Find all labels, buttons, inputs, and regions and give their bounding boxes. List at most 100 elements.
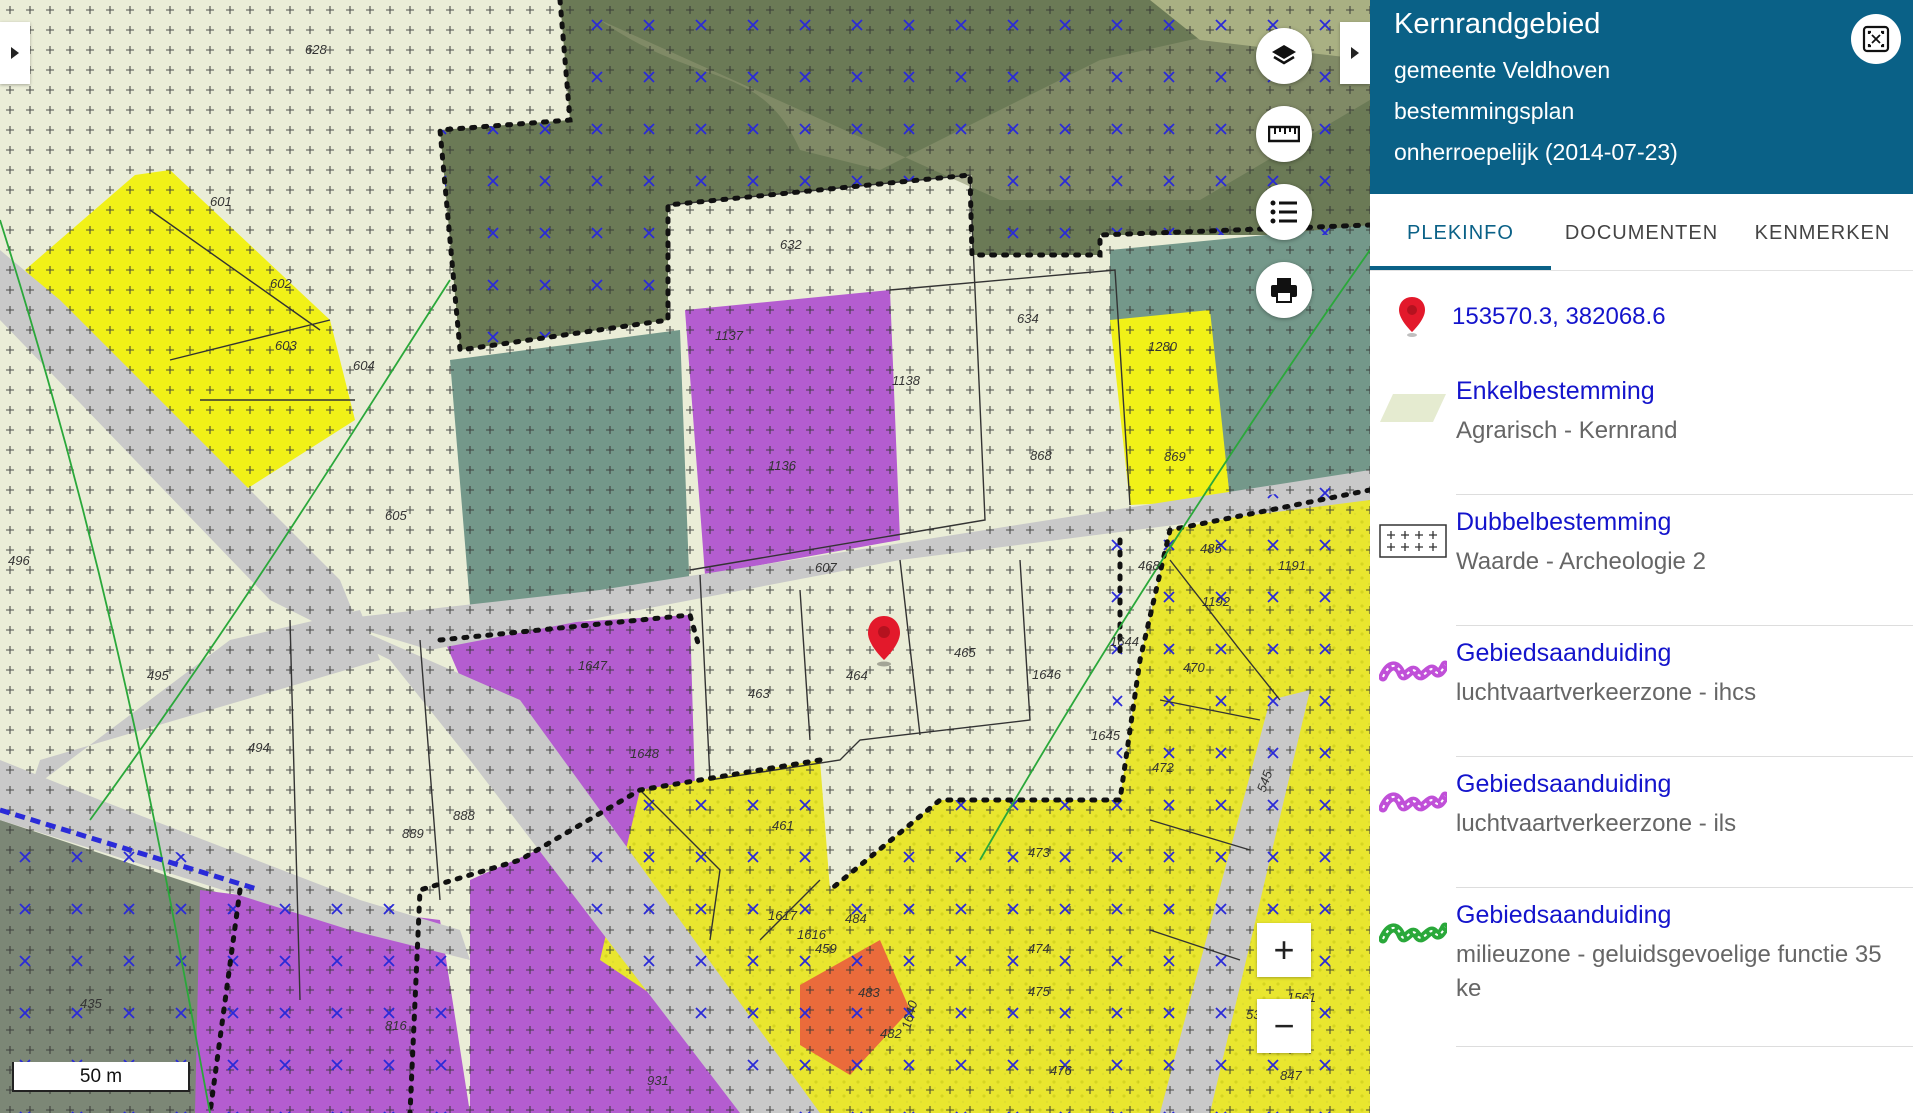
item-subtitle: luchtvaartverkeerzone - ils: [1456, 810, 1737, 837]
parcel-number-label: 868: [1030, 448, 1052, 463]
parcel-number-label: 1192: [1202, 594, 1231, 609]
zoom-in-button[interactable]: +: [1257, 923, 1311, 977]
panel-header: Kernrandgebied gemeente Veldhoven bestem…: [1370, 0, 1913, 194]
parcel-number-label: 602: [270, 276, 292, 291]
parcel-number-label: 495: [147, 668, 169, 683]
parcel-number-label: 470: [1183, 660, 1205, 675]
parcel-number-label: 468: [1138, 558, 1160, 573]
right-panel-toggle[interactable]: [1340, 22, 1370, 84]
item-title[interactable]: Enkelbestemming: [1456, 377, 1913, 406]
tab-documenten[interactable]: DOCUMENTEN: [1551, 194, 1732, 270]
parcel-number-label: 475: [1028, 984, 1050, 999]
parcel-number-label: 931: [647, 1073, 669, 1088]
parcel-number-label: 634: [1017, 311, 1039, 326]
map-view[interactable]: 628 601 602 603 604 605 496 495 494 889 888 435 816 9…: [0, 0, 1370, 1113]
info-panel: Kernrandgebied gemeente Veldhoven bestem…: [1370, 0, 1913, 1113]
parcel-number-label: 474: [1028, 941, 1050, 956]
parcel-number-label: 888: [453, 808, 475, 823]
parcel-number-label: 476: [1050, 1063, 1072, 1078]
tab-bar: PLEKINFO DOCUMENTEN KENMERKEN: [1370, 194, 1913, 271]
parcel-number-label: 604: [353, 358, 375, 373]
parcel-number-label: 496: [8, 553, 30, 568]
list-item[interactable]: Gebiedsaanduiding luchtvaartverkeerzone …: [1370, 625, 1913, 757]
left-panel-toggle[interactable]: [0, 22, 30, 84]
parcel-number-label: 1136: [768, 458, 797, 473]
parcel-number-label: 1646: [1032, 667, 1062, 682]
parcel-number-label: 465: [954, 645, 976, 660]
item-title[interactable]: Gebiedsaanduiding: [1456, 639, 1913, 668]
chevron-right-icon: [1351, 47, 1359, 59]
tab-plekinfo[interactable]: PLEKINFO: [1370, 194, 1551, 270]
plan-status: onherroepelijk (2014-07-23): [1394, 139, 1678, 165]
item-title[interactable]: Gebiedsaanduiding: [1456, 770, 1913, 799]
zone-green-icon: [1379, 922, 1447, 944]
list-item[interactable]: Gebiedsaanduiding luchtvaartverkeerzone …: [1370, 756, 1913, 888]
parcel-number-label: 484: [845, 911, 867, 926]
fullscreen-icon: [1862, 25, 1890, 53]
parcel-number-label: 435: [80, 996, 102, 1011]
list-item[interactable]: Gebiedsaanduiding milieuzone - geluidsge…: [1370, 887, 1913, 1047]
layers-icon: [1272, 45, 1296, 65]
chevron-right-icon: [11, 47, 19, 59]
agrarisch-icon: [1380, 394, 1446, 422]
parcel-number-label: 1138: [892, 373, 921, 388]
parcel-number-label: 607: [815, 560, 837, 575]
map-canvas[interactable]: 628 601 602 603 604 605 496 495 494 889 888 435 816 9…: [0, 0, 1370, 1113]
parcel-number-label: 628: [305, 42, 327, 57]
parcel-number-label: 485: [1200, 541, 1222, 556]
printer-icon: [1271, 278, 1297, 303]
parcel-number-label: 1616: [797, 927, 827, 942]
legend-button[interactable]: [1256, 184, 1312, 240]
item-title[interactable]: Gebiedsaanduiding: [1456, 901, 1913, 930]
parcel-number-label: 847: [1280, 1068, 1302, 1083]
parcel-number-label: 1191: [1278, 558, 1306, 573]
parcel-number-label: 816: [385, 1018, 407, 1033]
parcel-number-label: 1648: [630, 746, 660, 761]
item-subtitle: Agrarisch - Kernrand: [1456, 417, 1678, 444]
parcel-number-label: 1645: [1091, 728, 1121, 743]
municipality: gemeente Veldhoven: [1394, 57, 1611, 83]
parcel-number-label: 461: [772, 818, 794, 833]
parcel-number-label: 459: [815, 941, 837, 956]
parcel-number-label: 472: [1152, 760, 1174, 775]
parcel-number-label: 1617: [768, 908, 798, 923]
zone-purple-icon: [1379, 791, 1447, 813]
parcel-number-label: 463: [748, 686, 770, 701]
parcel-number-label: 494: [248, 740, 270, 755]
tab-kenmerken[interactable]: KENMERKEN: [1732, 194, 1913, 270]
plan-type: bestemmingsplan: [1394, 98, 1575, 124]
item-title[interactable]: Dubbelbestemming: [1456, 508, 1913, 537]
print-button[interactable]: [1256, 262, 1312, 318]
location-pin-icon: [1399, 297, 1425, 337]
parcel-number-label: 483: [858, 985, 880, 1000]
parcel-number-label: 601: [210, 194, 232, 209]
parcel-number-label: 473: [1028, 845, 1050, 860]
parcel-number-label: 869: [1164, 449, 1186, 464]
parcel-number-label: 889: [402, 826, 424, 841]
layers-button[interactable]: [1256, 28, 1312, 84]
parcel-number-label: 464: [846, 668, 868, 683]
item-subtitle: luchtvaartverkeerzone - ihcs: [1456, 679, 1757, 706]
parcel-number-label: 1644: [1110, 634, 1139, 649]
zone-purple-icon: [1379, 660, 1447, 682]
parcel-number-label: 482: [880, 1026, 902, 1041]
fullscreen-button[interactable]: [1851, 14, 1901, 64]
ruler-icon: [1268, 125, 1300, 143]
scale-bar: 50 m: [12, 1062, 190, 1092]
panel-title: Kernrandgebied: [1394, 8, 1601, 40]
parcel-number-label: 1137: [715, 328, 744, 343]
parcel-number-label: 603: [275, 338, 297, 353]
parcel-number-label: 605: [385, 508, 407, 523]
parcel-number-label: 632: [780, 237, 802, 252]
item-subtitle: milieuzone - geluidsgevoelige functie 35…: [1456, 941, 1882, 1002]
parcel-number-label: 1280: [1148, 339, 1178, 354]
zoom-out-button[interactable]: −: [1257, 999, 1311, 1053]
coordinates-value[interactable]: 153570.3, 382068.6: [1452, 303, 1666, 331]
measure-button[interactable]: [1256, 106, 1312, 162]
location-marker-icon: [868, 616, 900, 667]
archeologie-icon: [1379, 524, 1447, 558]
coordinates-row: 153570.3, 382068.6: [1370, 271, 1913, 363]
list-item[interactable]: Enkelbestemming Agrarisch - Kernrand: [1370, 363, 1913, 495]
item-subtitle: Waarde - Archeologie 2: [1456, 548, 1706, 575]
list-item[interactable]: Dubbelbestemming Waarde - Archeologie 2: [1370, 494, 1913, 626]
